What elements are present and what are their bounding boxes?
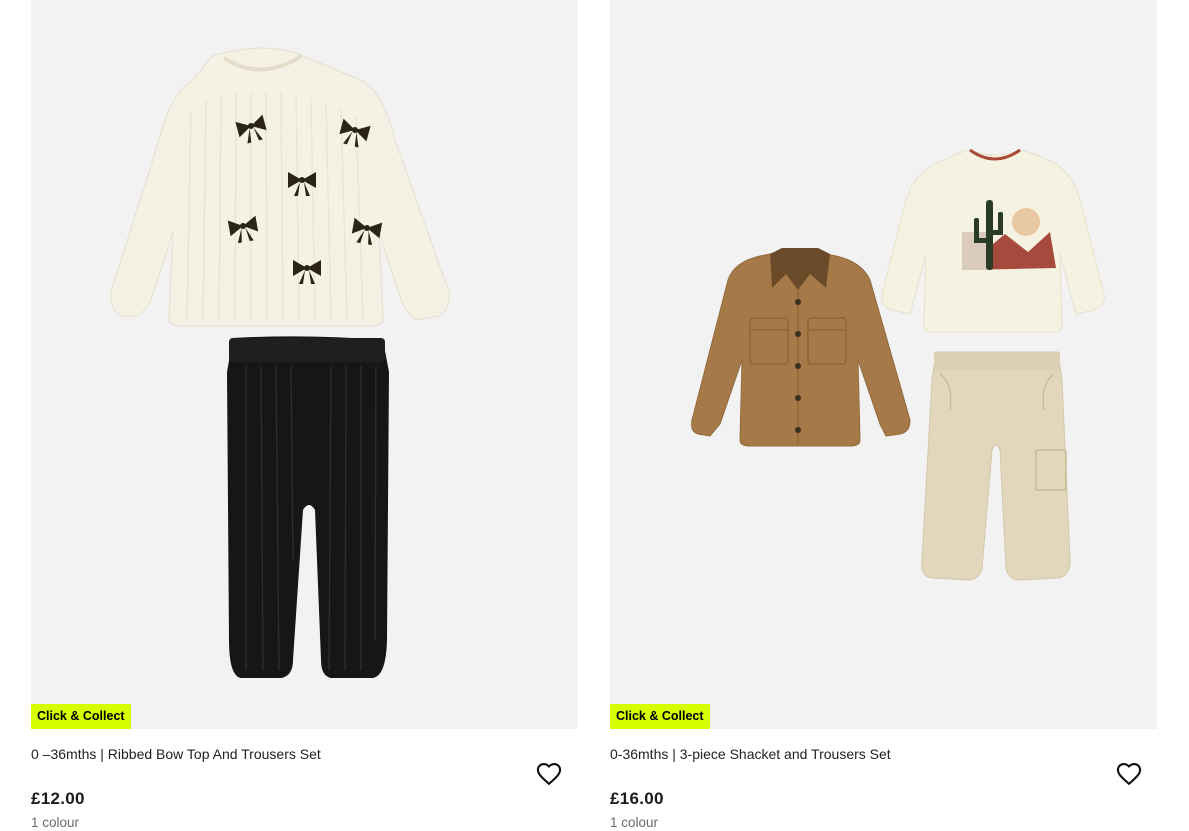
click-and-collect-badge: Click & Collect <box>610 704 710 729</box>
product-card[interactable]: Click & Collect 0-36mths | 3-piece Shack… <box>610 0 1157 831</box>
cream-knit-jumper-graphic <box>110 47 450 327</box>
cream-cactus-tshirt-graphic <box>881 148 1105 333</box>
colour-count: 1 colour <box>31 815 80 830</box>
product-title[interactable]: 0 –36mths | Ribbed Bow Top And Trousers … <box>31 746 321 762</box>
product-grid: Click & Collect 0 –36mths | Ribbed Bow T… <box>0 0 1189 831</box>
black-ribbed-trousers-graphic <box>227 336 389 678</box>
heart-outline-icon <box>1116 763 1142 785</box>
product-price: £12.00 <box>31 789 85 808</box>
tan-shacket-graphic <box>691 248 911 447</box>
product-title[interactable]: 0-36mths | 3-piece Shacket and Trousers … <box>610 746 891 762</box>
product-photo-shacket-set <box>691 148 1105 581</box>
product-price: £16.00 <box>610 789 664 808</box>
heart-outline-icon <box>536 763 562 785</box>
product-photo-bow-set <box>110 47 450 678</box>
beige-cargo-trousers-graphic <box>921 351 1071 581</box>
click-and-collect-badge: Click & Collect <box>31 704 131 729</box>
wishlist-button[interactable] <box>1115 760 1143 788</box>
product-image[interactable] <box>610 0 1157 729</box>
product-card[interactable]: Click & Collect 0 –36mths | Ribbed Bow T… <box>31 0 578 831</box>
product-image[interactable] <box>31 0 578 729</box>
wishlist-button[interactable] <box>535 760 563 788</box>
colour-count: 1 colour <box>610 815 659 830</box>
